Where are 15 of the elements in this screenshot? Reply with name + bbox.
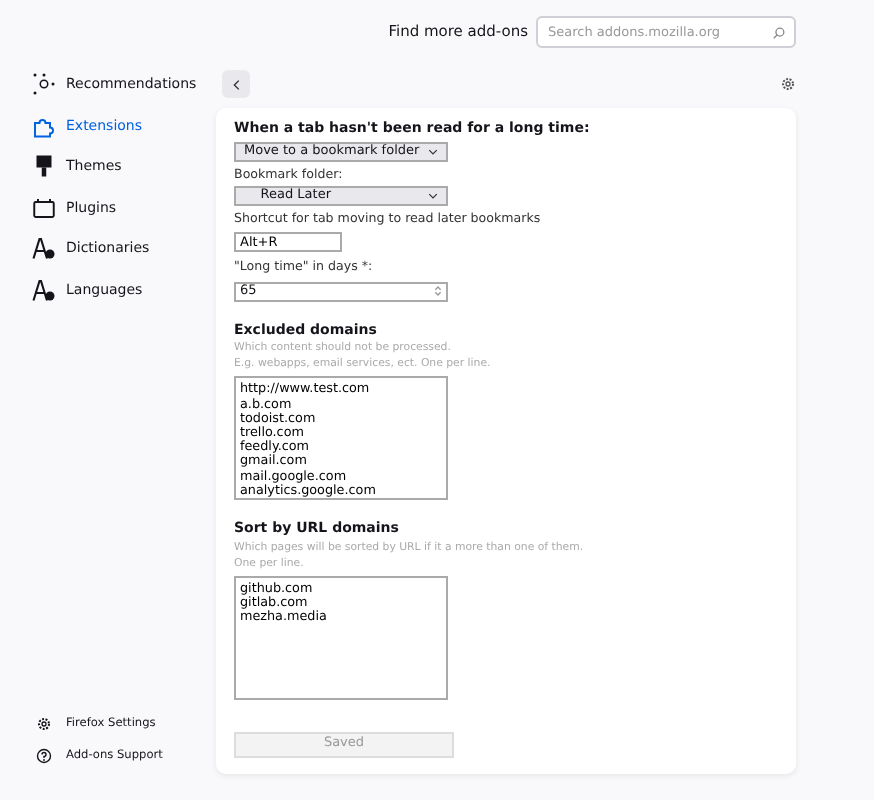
dictionary-icon	[32, 277, 56, 302]
caret-icon	[428, 191, 438, 200]
plugin-icon	[32, 195, 56, 220]
settings-icon[interactable]	[780, 76, 796, 92]
dictionary-icon	[32, 236, 56, 261]
sparkle-icon	[32, 72, 56, 97]
brush-icon	[32, 154, 56, 179]
back-button[interactable]	[222, 70, 250, 98]
spinner-icon	[434, 284, 442, 299]
caret-icon	[428, 147, 438, 155]
settings-icon	[36, 716, 52, 732]
search-icon	[772, 25, 786, 39]
chevron-left-icon	[229, 77, 243, 91]
help-icon	[36, 748, 52, 764]
puzzle-icon	[32, 113, 56, 138]
